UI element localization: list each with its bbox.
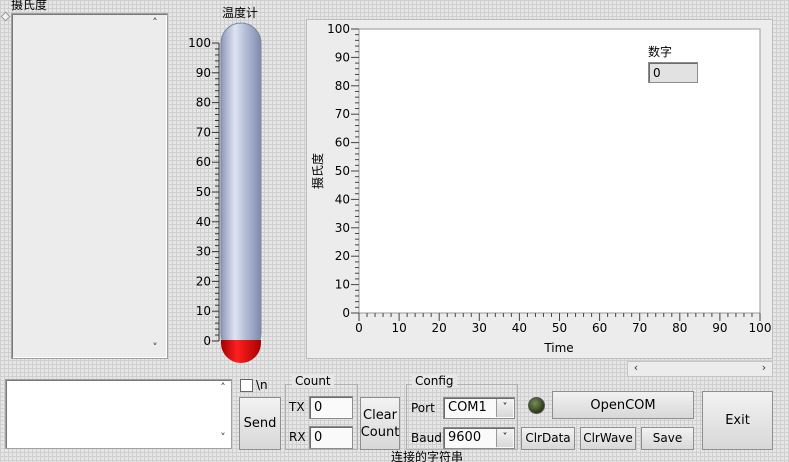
thermometer-tick-label: 0: [203, 334, 211, 348]
input-scroll-down-icon[interactable]: ˅: [216, 432, 230, 444]
y-tick-label: 30: [335, 221, 350, 235]
port-label: Port: [411, 401, 435, 415]
x-tick-label: 10: [391, 321, 406, 335]
input-scroll-up-icon[interactable]: ˄: [216, 382, 230, 394]
com-status-led-icon: [528, 397, 545, 414]
y-tick-label: 40: [335, 192, 350, 206]
baud-dropdown-icon[interactable]: ˅: [496, 429, 513, 447]
save-button[interactable]: Save: [641, 427, 694, 450]
send-button[interactable]: Send: [239, 397, 281, 450]
x-tick-label: 40: [512, 321, 527, 335]
newline-checkbox[interactable]: [240, 379, 253, 392]
y-tick-label: 80: [335, 79, 350, 93]
clr-wave-button[interactable]: ClrWave: [580, 427, 636, 450]
tx-count-field: 0: [309, 396, 353, 419]
send-text-input[interactable]: [5, 379, 232, 449]
y-tick-label: 90: [335, 50, 350, 64]
thermometer-tick-label: 80: [196, 96, 211, 110]
y-tick-label: 0: [342, 306, 350, 320]
thermometer-tube: [220, 22, 262, 354]
thermometer-tick-label: 70: [196, 125, 211, 139]
thermometer-tick-label: 50: [196, 185, 211, 199]
x-axis-label: Time: [543, 341, 573, 355]
plot-area: [358, 28, 761, 314]
y-axis-label: 摄氏度: [310, 153, 325, 189]
count-title: Count: [292, 374, 334, 388]
x-tick-label: 30: [472, 321, 487, 335]
thermometer-tick-label: 20: [196, 274, 211, 288]
y-tick-label: 10: [335, 278, 350, 292]
x-tick-label: 90: [712, 321, 727, 335]
left-list-title: 摄氏度: [11, 0, 48, 12]
thermometer-tick-label: 30: [196, 245, 211, 259]
y-tick-label: 20: [335, 249, 350, 263]
x-tick-label: 100: [749, 321, 772, 335]
waveform-chart: 0 10 20 30 40 50 60 70 80 90 100 0 10 20 30 40 50 60 70 80 9…: [310, 22, 772, 355]
clr-data-button[interactable]: ClrData: [521, 427, 575, 450]
chart-scrollbar[interactable]: [627, 361, 773, 377]
thermometer-tick-label: 100: [188, 36, 211, 50]
rx-count-field: 0: [309, 426, 353, 449]
x-tick-label: 70: [632, 321, 647, 335]
exit-button[interactable]: Exit: [702, 391, 773, 450]
left-list-scroll-up-icon[interactable]: ˄: [148, 17, 162, 29]
connection-string-label: 连接的字符串: [391, 450, 464, 462]
tx-label: TX: [289, 400, 305, 414]
rx-label: RX: [289, 430, 306, 444]
scroll-left-icon[interactable]: ‹: [629, 362, 643, 374]
x-tick-label: 20: [432, 321, 447, 335]
thermometer: 0 10 20 30 40 50 60 70 80 90 100: [188, 22, 262, 363]
x-tick-label: 80: [672, 321, 687, 335]
scroll-right-icon[interactable]: ›: [757, 362, 771, 374]
newline-label: \n: [256, 378, 268, 392]
port-dropdown-icon[interactable]: ˅: [496, 399, 513, 417]
collapse-marker-icon: [0, 11, 11, 22]
x-tick-label: 60: [592, 321, 607, 335]
x-tick-label: 50: [552, 321, 567, 335]
thermometer-tick-label: 10: [196, 304, 211, 318]
baud-label: Baud: [411, 431, 442, 445]
clear-count-button[interactable]: Clear Count: [360, 397, 400, 450]
left-list-box[interactable]: [11, 13, 168, 359]
digital-indicator-label: 数字: [648, 45, 673, 59]
left-list-scroll-down-icon[interactable]: ˅: [148, 342, 162, 354]
y-tick-label: 60: [335, 136, 350, 150]
y-tick-label: 100: [327, 22, 350, 36]
digital-indicator: 0: [648, 62, 698, 83]
config-title: Config: [412, 374, 457, 388]
thermometer-bulb: [221, 340, 261, 363]
thermometer-tick-label: 40: [196, 215, 211, 229]
thermometer-scale: 0 10 20 30 40 50 60 70 80 90 100: [188, 36, 220, 348]
y-tick-label: 70: [335, 107, 350, 121]
thermometer-tick-label: 90: [196, 66, 211, 80]
thermometer-tick-label: 60: [196, 155, 211, 169]
x-tick-label: 0: [355, 321, 363, 335]
y-tick-label: 50: [335, 164, 350, 178]
open-com-button[interactable]: OpenCOM: [552, 391, 694, 419]
